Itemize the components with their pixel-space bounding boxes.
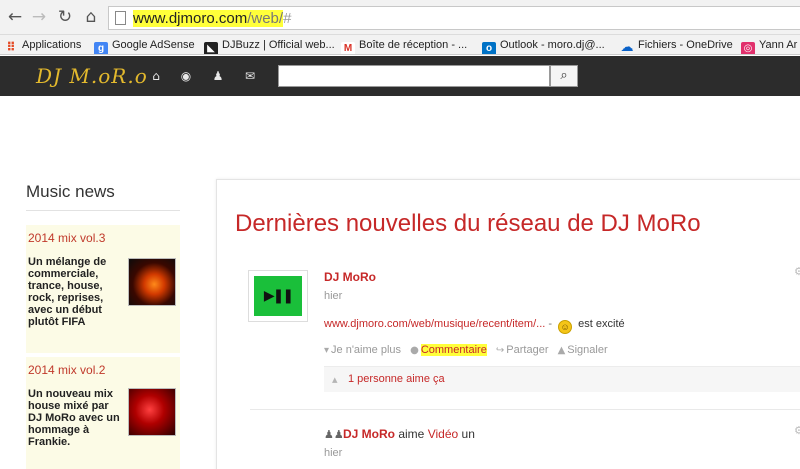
bookmark-label: DJBuzz | Official web...	[222, 39, 335, 51]
globe-icon[interactable]: ◉	[178, 68, 194, 84]
post-time: hier	[324, 290, 343, 302]
news-date[interactable]: 2014 mix vol.3	[28, 231, 105, 245]
address-bar[interactable]: www.djmoro.com/web/#	[108, 6, 800, 30]
forward-arrow-icon[interactable]: →	[28, 6, 50, 28]
post-options-icon[interactable]: ⚙	[794, 265, 800, 278]
unlike-button[interactable]: ▾ Je n'aime plus	[324, 344, 401, 356]
comment-button[interactable]: ● Commentaire	[410, 344, 487, 356]
bookmark-label: Applications	[22, 39, 82, 51]
adsense-icon: g	[94, 42, 108, 54]
bookmark-applications[interactable]: ⠿ Applications	[4, 37, 82, 54]
likes-count[interactable]: 1 personne aime ça	[348, 373, 445, 385]
share-icon: ↪	[495, 345, 505, 356]
home-icon[interactable]: ⌂	[148, 68, 164, 84]
site-header: DJ M.oR.o ⌂ ◉ ♟ ✉ ⌕	[0, 56, 800, 96]
search-icon: ⌕	[560, 68, 568, 83]
home-button-icon[interactable]: ⌂	[80, 6, 102, 28]
news-thumbnail[interactable]	[128, 258, 176, 306]
post-divider	[250, 409, 800, 410]
browser-toolbar: ← → ↻ ⌂ www.djmoro.com/web/#	[0, 0, 800, 35]
bookmark-adsense[interactable]: g Google AdSense	[94, 37, 195, 54]
reload-icon[interactable]: ↻	[54, 6, 76, 28]
url-path: /web/	[247, 10, 284, 27]
site-logo[interactable]: DJ M.oR.o	[36, 64, 148, 88]
bookmark-label: Boîte de réception - ...	[359, 39, 468, 51]
report-button[interactable]: ▲ Signaler	[558, 344, 608, 356]
news-text[interactable]: Un nouveau mix house mixé par DJ MoRo av…	[28, 388, 122, 448]
onedrive-icon: ☁	[620, 39, 634, 54]
post2-author[interactable]: DJ MoRo	[343, 427, 395, 441]
page-title: Dernières nouvelles du réseau de DJ MoRo	[235, 210, 701, 237]
instagram-icon: ◎	[741, 42, 755, 54]
sidebar-title: Music news	[26, 182, 115, 201]
post-author[interactable]: DJ MoRo	[324, 270, 376, 284]
bookmark-yann[interactable]: ◎ Yann Ar	[741, 37, 798, 54]
outlook-icon: o	[482, 42, 496, 54]
post2-object[interactable]: Vidéo	[428, 427, 458, 441]
news-thumbnail[interactable]	[128, 388, 176, 436]
likes-box: ▴ 1 personne aime ça	[324, 366, 800, 392]
comment-icon: ●	[410, 345, 419, 356]
bookmark-outlook[interactable]: o Outlook - moro.dj@...	[482, 37, 605, 54]
url-hash: #	[283, 10, 292, 27]
bookmark-onedrive[interactable]: ☁ Fichiers - OneDrive	[620, 37, 733, 54]
post2-suffix: un	[461, 427, 475, 441]
post2-content: DJ MoRo aime Vidéo un	[343, 427, 475, 441]
url-text: www.djmoro.com/web/#	[133, 10, 292, 27]
bookmark-gmail[interactable]: M Boîte de réception - ...	[341, 37, 468, 54]
djbuzz-icon: ◣	[204, 42, 218, 54]
thumbs-up-icon: ▴	[332, 373, 338, 386]
bookmark-label: Google AdSense	[112, 39, 195, 51]
sidebar-divider	[26, 210, 180, 211]
news-date[interactable]: 2014 mix vol.2	[28, 363, 105, 377]
bookmark-label: Fichiers - OneDrive	[638, 39, 733, 51]
site-search-input[interactable]	[278, 65, 550, 87]
share-label: Partager	[506, 344, 549, 356]
excited-emoji-icon: ☺	[558, 320, 573, 334]
news-item[interactable]: 2014 mix vol.3 Un mélange de commerciale…	[26, 225, 180, 353]
unlike-label: Je n'aime plus	[331, 344, 402, 356]
users-activity-icon: ♟♟	[324, 428, 344, 441]
comment-label: Commentaire	[420, 344, 487, 356]
url-host: www.djmoro.com	[133, 10, 248, 27]
play-pause-icon: ▶❚❚	[254, 276, 302, 316]
warning-icon: ▲	[557, 345, 566, 356]
post-link[interactable]: www.djmoro.com/web/musique/recent/item/.…	[324, 318, 545, 330]
bookmarks-bar: ⠿ Applications g Google AdSense ◣ DJBuzz | …	[0, 35, 800, 55]
thumbs-down-icon: ▾	[324, 345, 330, 356]
apps-grid-icon: ⠿	[6, 40, 16, 54]
news-item[interactable]: 2014 mix vol.2 Un nouveau mix house mixé…	[26, 357, 180, 469]
site-search-button[interactable]: ⌕	[550, 65, 578, 87]
bookmark-label: Yann Ar	[759, 39, 798, 51]
bookmark-label: Outlook - moro.dj@...	[500, 39, 605, 51]
avatar[interactable]: ▶❚❚	[248, 270, 308, 322]
share-button[interactable]: ↪ Partager	[496, 344, 549, 356]
post-content: www.djmoro.com/web/musique/recent/item/.…	[324, 317, 625, 334]
post-status: est excité	[578, 318, 625, 330]
gmail-icon: M	[341, 42, 355, 54]
post-actions: ▾ Je n'aime plus ● Commentaire ↪ Partager ▲…	[324, 344, 614, 356]
news-text[interactable]: Un mélange de commerciale, trance, house…	[28, 256, 122, 328]
users-icon[interactable]: ♟	[210, 68, 226, 84]
post-separator: -	[548, 318, 553, 330]
report-label: Signaler	[567, 344, 608, 356]
back-arrow-icon[interactable]: ←	[4, 6, 26, 28]
envelope-icon[interactable]: ✉	[242, 68, 258, 84]
post2-options-icon[interactable]: ⚙	[794, 424, 800, 437]
post2-verb: aime	[398, 427, 425, 441]
bookmark-djbuzz[interactable]: ◣ DJBuzz | Official web...	[204, 37, 335, 54]
post2-time: hier	[324, 447, 343, 459]
page-icon	[115, 11, 126, 25]
